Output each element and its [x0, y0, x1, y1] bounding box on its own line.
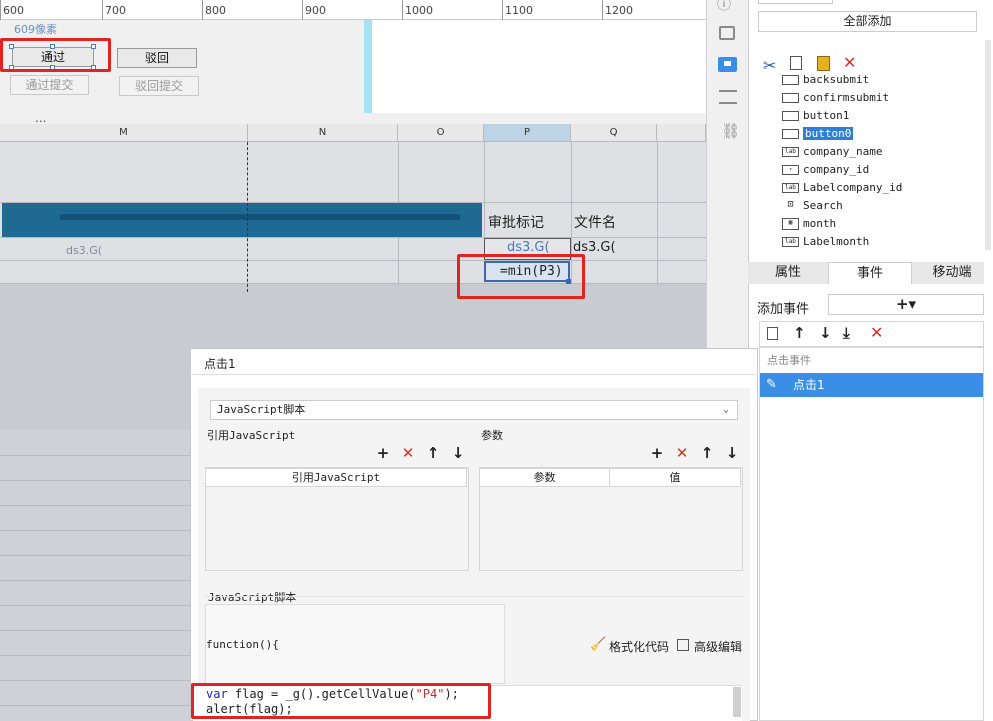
delete-icon[interactable]: ✕	[843, 53, 856, 72]
column-header-p[interactable]: P	[484, 124, 571, 142]
cut-icon[interactable]: ✂	[763, 56, 776, 75]
cell-ds3-p[interactable]: ds3.G(	[507, 240, 550, 255]
paste-icon[interactable]	[817, 56, 830, 71]
move-bottom-icon[interactable]: ⤓	[843, 324, 850, 342]
column-header-m[interactable]: M	[0, 124, 248, 142]
ref-js-down-icon[interactable]: ↓	[451, 446, 465, 461]
cell-file-name[interactable]: 文件名	[574, 212, 616, 232]
column-header-n[interactable]: N	[248, 124, 398, 142]
ref-js-label: 引用JavaScript	[207, 429, 296, 442]
params-label: 参数	[481, 429, 503, 442]
broom-icon: 🧹	[590, 637, 607, 652]
remove-ref-js-icon[interactable]: ✕	[401, 446, 415, 461]
cell-approval-mark[interactable]: 审批标记	[488, 212, 544, 232]
edit-pencil-icon: ✎	[766, 377, 777, 392]
tab-events[interactable]: 事件	[828, 262, 912, 284]
tab-mobile[interactable]: 移动端	[912, 262, 992, 284]
advanced-edit-button[interactable]: 高级编辑	[694, 638, 742, 655]
param-column-header: 参数	[479, 468, 610, 487]
collapse-handle[interactable]: ...	[35, 111, 46, 125]
remove-param-icon[interactable]: ✕	[675, 446, 689, 461]
highlight-box-pass-button	[0, 38, 111, 72]
reject-submit-button[interactable]: 驳回提交	[119, 76, 199, 96]
event-list	[759, 347, 984, 721]
layers-icon[interactable]	[719, 90, 737, 104]
advanced-edit-icon	[677, 639, 689, 651]
column-header-q[interactable]: Q	[571, 124, 657, 142]
value-column-header: 值	[609, 468, 741, 487]
reject-button[interactable]: 驳回	[117, 48, 197, 68]
ruler-label: 900	[305, 4, 326, 17]
highlight-box-formula	[457, 254, 585, 299]
param-down-icon[interactable]: ↓	[725, 446, 739, 461]
page-break-line	[247, 142, 248, 292]
link-icon[interactable]: ⛓	[721, 122, 740, 140]
column-header-o[interactable]: O	[398, 124, 484, 142]
highlight-box-code	[191, 683, 491, 719]
move-up-icon[interactable]: ↑	[793, 324, 806, 342]
add-event-button[interactable]: +▾	[828, 294, 984, 315]
dialog-title: 点击1	[204, 357, 236, 371]
tab-properties[interactable]: 属性	[748, 262, 828, 284]
horizontal-ruler: 600 700 800 900 1000 1100 1200	[0, 0, 706, 20]
ref-js-up-icon[interactable]: ↑	[426, 446, 440, 461]
add-param-icon[interactable]: +	[650, 446, 664, 461]
add-ref-js-icon[interactable]: +	[376, 446, 390, 461]
chevron-down-icon: ⌄	[722, 404, 730, 415]
title-banner-cell[interactable]	[2, 203, 482, 237]
cell-ds3-left[interactable]: ds3.G(	[66, 244, 102, 257]
ruler-label: 800	[205, 4, 226, 17]
pass-submit-button[interactable]: 通过提交	[10, 75, 89, 95]
widget-list-scrollbar[interactable]	[985, 40, 991, 250]
ref-js-column-header: 引用JavaScript	[205, 468, 467, 487]
event-group-label: 点击事件	[767, 354, 811, 367]
ruler-label: 700	[105, 4, 126, 17]
event-item-click1[interactable]: ✎ 点击1	[760, 373, 983, 397]
script-section-label: JavaScript脚本	[208, 591, 297, 604]
cell-ds3-q[interactable]: ds3.G(	[573, 240, 616, 255]
widget-panel-icon[interactable]	[718, 57, 737, 72]
function-signature: function(){	[206, 638, 279, 651]
design-blank-area	[372, 20, 706, 113]
script-type-select[interactable]: JavaScript脚本 ⌄	[210, 400, 738, 420]
ruler-label: 1000	[405, 4, 433, 17]
ruler-label: 1100	[505, 4, 533, 17]
copy-event-icon[interactable]	[767, 327, 778, 340]
add-event-label: 添加事件	[757, 302, 810, 317]
copy-icon[interactable]	[790, 56, 802, 70]
param-up-icon[interactable]: ↑	[700, 446, 714, 461]
frame-icon[interactable]	[719, 26, 735, 40]
ruler-label: 600	[3, 4, 24, 17]
move-down-icon[interactable]: ↓	[819, 324, 832, 342]
code-scrollbar[interactable]	[733, 687, 741, 717]
column-header-blank[interactable]	[657, 124, 706, 142]
delete-event-icon[interactable]: ✕	[870, 323, 883, 342]
pixel-position-label: 609像素	[14, 23, 57, 36]
ruler-label: 1200	[605, 4, 633, 17]
add-all-button[interactable]: 全部添加	[758, 11, 977, 32]
format-code-button[interactable]: 格式化代码	[609, 638, 669, 655]
info-icon[interactable]: ⓘ	[717, 0, 731, 14]
